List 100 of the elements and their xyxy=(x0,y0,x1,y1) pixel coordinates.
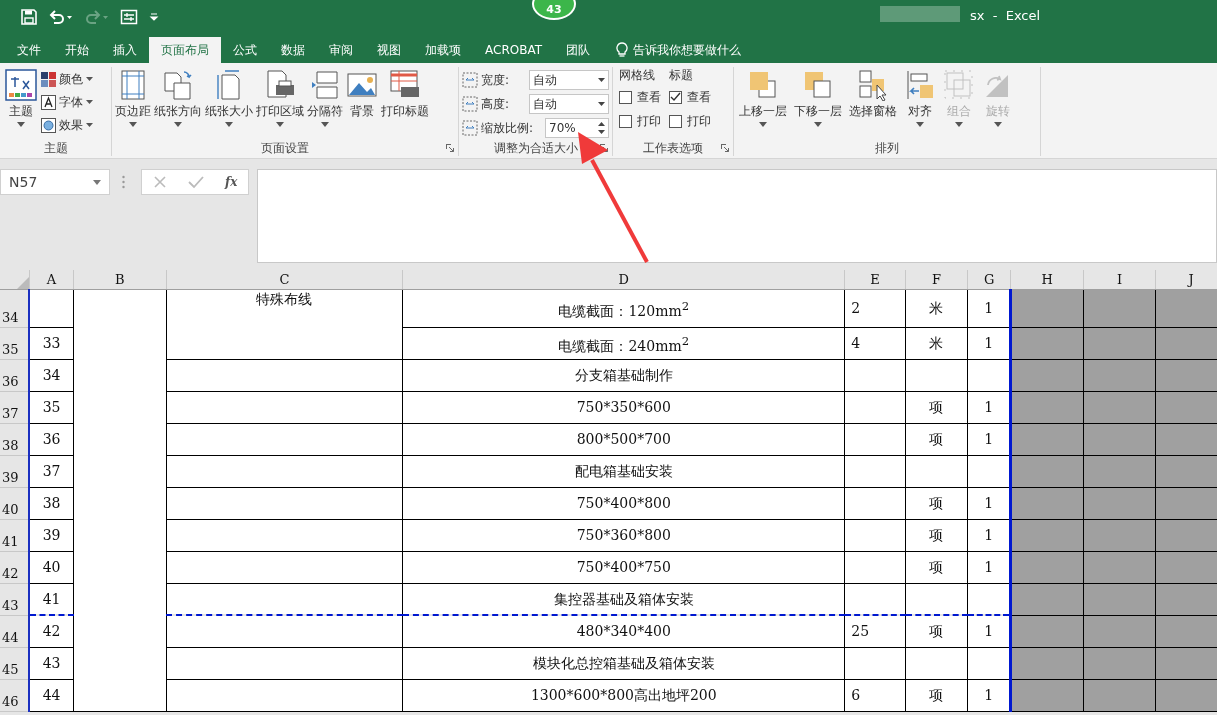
table-cell xyxy=(1155,583,1217,615)
insert-function-button[interactable]: fx xyxy=(225,175,238,189)
table-cell: 米 xyxy=(905,327,968,359)
column-header[interactable]: A xyxy=(29,270,74,289)
layers-icon xyxy=(747,69,779,101)
table-cell: 480*340*400 xyxy=(402,615,845,647)
ribbon-tab[interactable]: 视图 xyxy=(365,37,413,63)
table-cell xyxy=(844,583,906,615)
page-setup-button[interactable]: 打印标题 xyxy=(380,67,430,140)
table-cell: 44 xyxy=(29,679,74,711)
table-cell xyxy=(1155,551,1217,583)
table-cell xyxy=(844,551,906,583)
row-header[interactable]: 41 xyxy=(0,519,30,551)
group-label: 工作表选项 xyxy=(642,140,704,156)
ribbon-tab[interactable]: 审阅 xyxy=(317,37,365,63)
row-header[interactable]: 39 xyxy=(0,455,30,487)
dropdown-field[interactable]: 自动 xyxy=(529,70,609,90)
tell-me-search[interactable]: 告诉我你想要做什么 xyxy=(616,37,741,63)
dialog-launcher-icon[interactable] xyxy=(446,144,454,152)
checkbox-option[interactable]: 打印 xyxy=(619,111,661,131)
page-setup-button[interactable]: 背景 xyxy=(345,67,379,140)
row-header[interactable]: 37 xyxy=(0,391,30,423)
spinner-field[interactable]: 70% xyxy=(545,118,609,138)
table-cell: 40 xyxy=(29,551,74,583)
themes-button[interactable]: 主题 xyxy=(3,67,39,140)
caret-icon xyxy=(86,100,93,104)
column-header[interactable]: J xyxy=(1155,270,1217,289)
grip-icon[interactable] xyxy=(122,175,125,189)
table-cell xyxy=(844,487,906,519)
row-header[interactable]: 36 xyxy=(0,359,30,391)
arrange-button[interactable]: 对齐 xyxy=(902,67,938,140)
font-icon xyxy=(41,94,56,110)
theme-option-button[interactable]: 字体 xyxy=(41,92,93,112)
table-cell xyxy=(905,359,968,391)
table-cell: 35 xyxy=(29,391,74,423)
undo-icon[interactable] xyxy=(48,7,74,26)
checkbox[interactable] xyxy=(669,114,682,128)
ribbon-tab[interactable]: 公式 xyxy=(221,37,269,63)
save-icon[interactable] xyxy=(20,7,38,26)
field-label: 缩放比例: xyxy=(481,119,534,137)
caret-icon xyxy=(276,122,284,127)
page-setup-button[interactable]: 纸张大小 xyxy=(204,67,254,140)
group-label: 排列 xyxy=(874,140,900,156)
group-label: 主题 xyxy=(42,140,69,156)
table-cell xyxy=(1155,615,1217,647)
ribbon-tab[interactable]: 文件 xyxy=(5,37,53,63)
column-header[interactable]: H xyxy=(1010,270,1084,289)
row-header[interactable]: 42 xyxy=(0,551,30,583)
checkbox-option[interactable]: 查看 xyxy=(669,87,711,107)
column-header[interactable]: D xyxy=(402,270,845,289)
column-header[interactable]: F xyxy=(905,270,968,289)
column-header[interactable]: G xyxy=(967,270,1011,289)
dropdown-field[interactable]: 自动 xyxy=(529,94,609,114)
table-cell xyxy=(1155,391,1217,423)
ribbon-tab[interactable]: 加载项 xyxy=(413,37,473,63)
page-setup-button[interactable]: 纸张方向 xyxy=(153,67,203,140)
ribbon-tab[interactable]: 团队 xyxy=(554,37,602,63)
table-cell: 750*400*750 xyxy=(402,551,845,583)
layers-icon xyxy=(943,69,975,101)
ribbon-tab[interactable]: ACROBAT xyxy=(473,37,554,63)
layers-icon xyxy=(802,69,834,101)
column-header[interactable]: B xyxy=(73,270,167,289)
page-setup-button[interactable]: 页边距 xyxy=(114,67,152,140)
table-cell: 37 xyxy=(29,455,74,487)
checkbox-option[interactable]: 查看 xyxy=(619,87,661,107)
checkbox-option[interactable]: 打印 xyxy=(669,111,711,131)
table-cell xyxy=(844,455,906,487)
table-cell: 750*360*800 xyxy=(402,519,845,551)
dialog-launcher-icon[interactable] xyxy=(721,144,729,152)
column-header[interactable]: C xyxy=(166,270,403,289)
row-header[interactable]: 44 xyxy=(0,615,30,647)
themes-icon xyxy=(5,69,37,101)
row-header[interactable]: 34 xyxy=(0,289,30,327)
checkbox[interactable] xyxy=(619,114,632,128)
ribbon-tab[interactable]: 开始 xyxy=(53,37,101,63)
ribbon-tab[interactable]: 页面布局 xyxy=(149,37,221,63)
caret-icon xyxy=(225,122,233,127)
checkbox[interactable] xyxy=(619,90,632,104)
row-header[interactable]: 40 xyxy=(0,487,30,519)
group-label: 页面设置 xyxy=(260,140,310,156)
column-header[interactable]: I xyxy=(1083,270,1156,289)
column-header[interactable]: E xyxy=(844,270,906,289)
ribbon-tab[interactable]: 插入 xyxy=(101,37,149,63)
theme-option-button[interactable]: 效果 xyxy=(41,115,93,135)
checkbox[interactable] xyxy=(669,90,682,104)
row-header[interactable]: 46 xyxy=(0,679,30,711)
formula-input[interactable] xyxy=(257,169,1217,263)
row-header[interactable]: 38 xyxy=(0,423,30,455)
arrange-button[interactable]: 上移一层 xyxy=(737,67,789,140)
page-setup-button[interactable]: 分隔符 xyxy=(306,67,344,140)
row-header[interactable]: 35 xyxy=(0,327,30,359)
page-setup-button[interactable]: 打印区域 xyxy=(255,67,305,140)
row-header[interactable]: 43 xyxy=(0,583,30,615)
ribbon-tab[interactable]: 数据 xyxy=(269,37,317,63)
row-header[interactable]: 45 xyxy=(0,647,30,679)
arrange-button[interactable]: 选择窗格 xyxy=(847,67,899,140)
name-box[interactable]: N57 xyxy=(0,169,110,195)
arrange-button[interactable]: 下移一层 xyxy=(792,67,844,140)
form-icon[interactable] xyxy=(120,7,138,26)
theme-option-button[interactable]: 颜色 xyxy=(41,69,93,89)
